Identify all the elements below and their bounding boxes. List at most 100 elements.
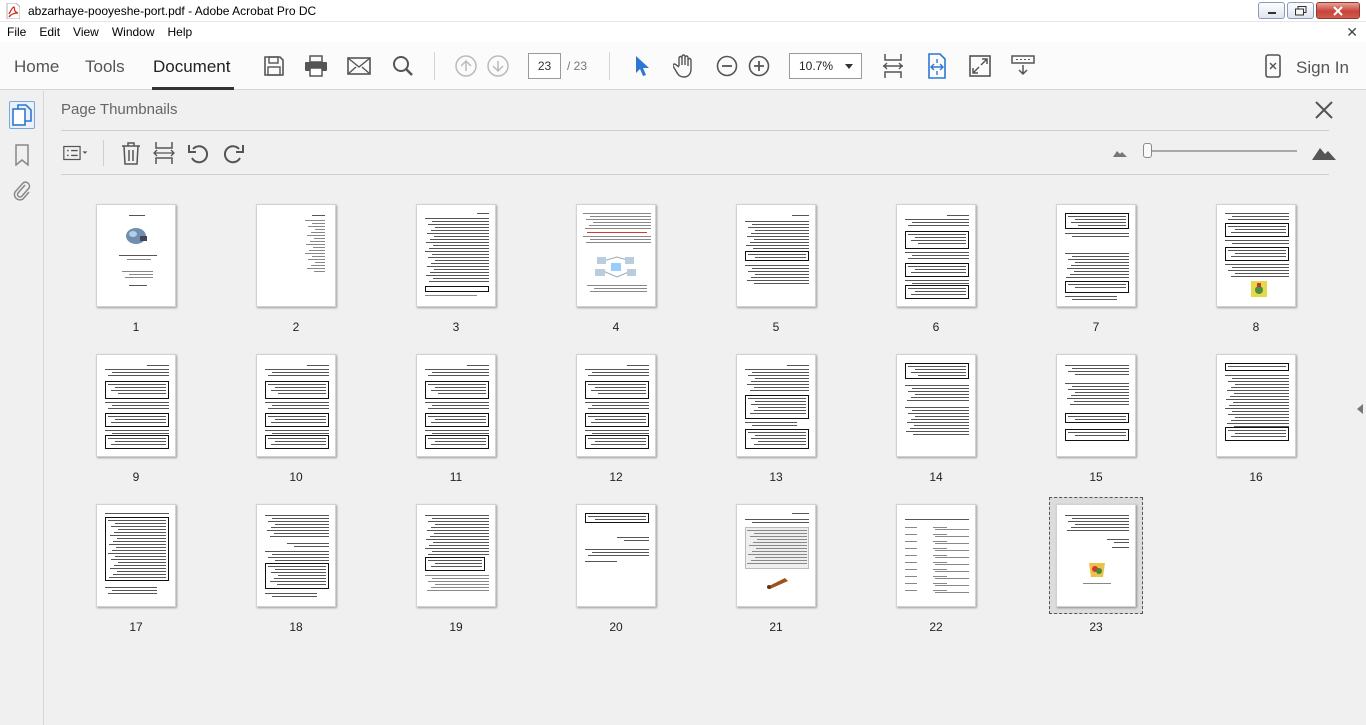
page-number-label: 8 bbox=[1252, 320, 1260, 334]
page-preview[interactable] bbox=[736, 354, 816, 457]
page-number-label: 2 bbox=[292, 320, 300, 334]
print-icon[interactable] bbox=[304, 54, 328, 78]
rotate-clockwise-icon[interactable] bbox=[220, 141, 246, 165]
page-total: / 23 bbox=[567, 59, 588, 73]
page-preview[interactable] bbox=[1056, 354, 1136, 457]
main-toolbar: Home Tools Document 23 / 23 10.7% Sign I… bbox=[0, 42, 1366, 90]
mobile-link-icon[interactable] bbox=[1261, 54, 1285, 78]
rotate-counterclockwise-icon[interactable] bbox=[186, 141, 212, 165]
attachments-button[interactable] bbox=[9, 177, 35, 205]
page-preview[interactable] bbox=[256, 204, 336, 307]
page-number-label: 20 bbox=[609, 620, 623, 634]
page-thumbnails-button[interactable] bbox=[9, 101, 35, 129]
document-close-icon[interactable]: ✕ bbox=[1346, 24, 1358, 41]
page-number-label: 3 bbox=[452, 320, 460, 334]
page-preview[interactable] bbox=[96, 204, 176, 307]
page-number-label: 13 bbox=[769, 470, 783, 484]
page-preview[interactable] bbox=[1056, 204, 1136, 307]
select-cursor-icon[interactable] bbox=[630, 54, 654, 78]
page-number-label: 12 bbox=[609, 470, 623, 484]
page-preview[interactable] bbox=[896, 504, 976, 607]
menu-help[interactable]: Help bbox=[161, 25, 199, 39]
zoom-in-icon[interactable] bbox=[747, 54, 771, 78]
page-preview[interactable] bbox=[96, 504, 176, 607]
mail-icon[interactable] bbox=[347, 54, 371, 78]
page-preview[interactable] bbox=[96, 354, 176, 457]
tab-tools[interactable]: Tools bbox=[85, 57, 125, 77]
page-preview[interactable] bbox=[1056, 504, 1136, 607]
panel-title: Page Thumbnails bbox=[61, 101, 178, 118]
close-icon bbox=[1333, 5, 1343, 16]
page-thumbnails-icon bbox=[12, 104, 32, 126]
bookmarks-button[interactable] bbox=[9, 141, 35, 169]
page-preview[interactable] bbox=[256, 354, 336, 457]
expand-right-pane-icon[interactable] bbox=[1357, 404, 1363, 414]
page-number-label: 19 bbox=[449, 620, 463, 634]
page-number-label: 9 bbox=[132, 470, 140, 484]
navigation-pane-rail bbox=[0, 91, 44, 725]
toolbar-separator bbox=[609, 52, 610, 80]
page-preview[interactable] bbox=[1216, 204, 1296, 307]
minimize-button[interactable] bbox=[1258, 2, 1285, 19]
thumbnail-larger-icon[interactable] bbox=[1309, 141, 1339, 165]
acrobat-window: abzarhaye-pooyeshe-port.pdf - Adobe Acro… bbox=[0, 0, 1366, 725]
menu-window[interactable]: Window bbox=[105, 25, 161, 39]
menu-view[interactable]: View bbox=[66, 25, 105, 39]
page-preview[interactable] bbox=[896, 204, 976, 307]
panel-divider bbox=[61, 174, 1329, 175]
acrobat-pdf-icon bbox=[6, 2, 21, 19]
menu-file[interactable]: File bbox=[0, 25, 32, 39]
page-preview[interactable] bbox=[416, 204, 496, 307]
page-preview[interactable] bbox=[576, 354, 656, 457]
next-page-icon[interactable] bbox=[486, 54, 510, 78]
bookmark-icon bbox=[15, 144, 29, 166]
thumbnail-size-slider[interactable] bbox=[1143, 143, 1152, 158]
thumbnail-size-track[interactable] bbox=[1147, 150, 1297, 152]
insert-page-icon[interactable] bbox=[151, 141, 177, 165]
chevron-down-icon bbox=[845, 64, 853, 69]
close-panel-icon[interactable] bbox=[1314, 100, 1334, 120]
fit-page-icon[interactable] bbox=[881, 54, 905, 78]
page-preview[interactable] bbox=[576, 504, 656, 607]
search-icon[interactable] bbox=[391, 54, 415, 78]
tab-home[interactable]: Home bbox=[14, 57, 59, 77]
title-bar: abzarhaye-pooyeshe-port.pdf - Adobe Acro… bbox=[0, 0, 1366, 22]
page-preview[interactable] bbox=[736, 504, 816, 607]
page-preview[interactable] bbox=[736, 204, 816, 307]
tab-document[interactable]: Document bbox=[153, 57, 230, 77]
page-number-label: 18 bbox=[289, 620, 303, 634]
page-number-input[interactable]: 23 bbox=[528, 53, 561, 79]
page-number-label: 6 bbox=[932, 320, 940, 334]
zoom-out-icon[interactable] bbox=[715, 54, 739, 78]
zoom-level-select[interactable]: 10.7% bbox=[789, 53, 862, 79]
page-preview[interactable] bbox=[896, 354, 976, 457]
page-number-label: 21 bbox=[769, 620, 783, 634]
full-screen-icon[interactable] bbox=[968, 54, 992, 78]
page-preview[interactable] bbox=[416, 354, 496, 457]
panel-divider bbox=[61, 130, 1329, 131]
close-window-button[interactable] bbox=[1316, 2, 1360, 19]
previous-page-icon[interactable] bbox=[454, 54, 478, 78]
window-title: abzarhaye-pooyeshe-port.pdf - Adobe Acro… bbox=[28, 3, 317, 18]
menu-bar: File Edit View Window Help ✕ bbox=[0, 22, 1366, 42]
fit-width-icon[interactable] bbox=[925, 53, 949, 79]
page-number-label: 16 bbox=[1249, 470, 1263, 484]
more-tools-icon[interactable] bbox=[1011, 54, 1035, 78]
delete-pages-icon[interactable] bbox=[118, 141, 144, 165]
restore-button[interactable] bbox=[1287, 2, 1314, 19]
page-preview[interactable] bbox=[1216, 354, 1296, 457]
sign-in-link[interactable]: Sign In bbox=[1296, 58, 1349, 78]
save-icon[interactable] bbox=[262, 54, 286, 78]
thumbnail-smaller-icon[interactable] bbox=[1107, 141, 1133, 165]
page-number-label: 22 bbox=[929, 620, 943, 634]
page-preview[interactable] bbox=[416, 504, 496, 607]
page-number-label: 17 bbox=[129, 620, 143, 634]
page-number-label: 5 bbox=[772, 320, 780, 334]
options-menu-icon[interactable] bbox=[63, 141, 89, 165]
panel-toolbar-separator bbox=[103, 140, 104, 166]
paperclip-icon bbox=[13, 181, 31, 201]
hand-tool-icon[interactable] bbox=[672, 54, 696, 78]
menu-edit[interactable]: Edit bbox=[32, 25, 66, 39]
page-preview[interactable] bbox=[576, 204, 656, 307]
page-preview[interactable] bbox=[256, 504, 336, 607]
